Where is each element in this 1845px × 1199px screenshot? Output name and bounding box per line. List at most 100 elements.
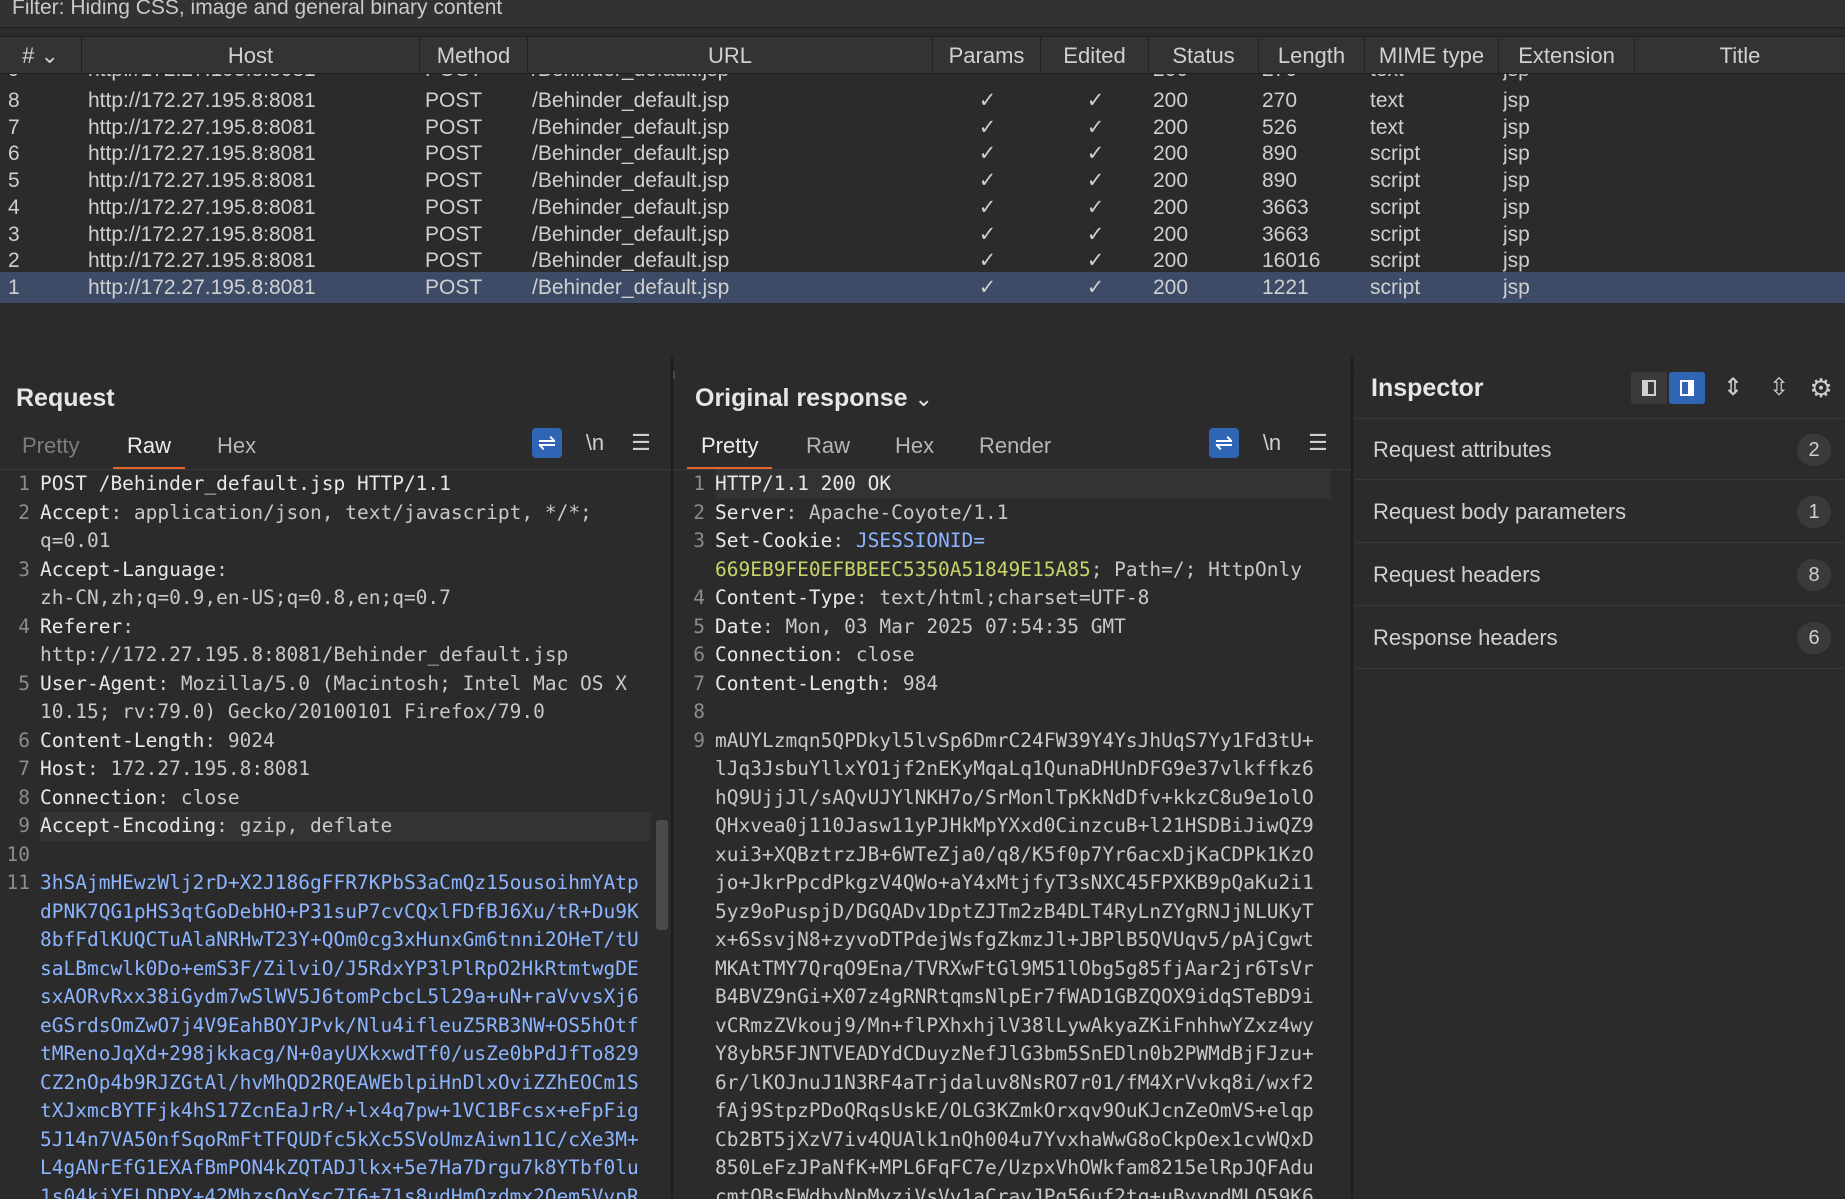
code-token: Content-Length bbox=[40, 728, 205, 752]
inspector-row-request-headers[interactable]: Request headers 8 bbox=[1355, 544, 1845, 606]
code-token: Content-Length bbox=[715, 671, 880, 695]
cell-number: 9 bbox=[8, 74, 58, 85]
wrap-lines-icon[interactable]: ⇌ bbox=[532, 428, 562, 458]
table-row-partial[interactable]: 9 http://172.27.195.8:8081 POST /Behinde… bbox=[0, 74, 1845, 85]
code-token: QHxvea0j110Jasw11yPJHkMpYXxd0CinzcuB+l21… bbox=[715, 814, 1314, 837]
show-newlines-button[interactable]: \n bbox=[580, 428, 610, 458]
inspector-row-response-headers[interactable]: Response headers 6 bbox=[1355, 607, 1845, 669]
code-line: sxAORvRxx38iGydm7wSlWV5J6tomPcbcL5l29a+u… bbox=[40, 983, 639, 1012]
cell-host: http://172.27.195.8:8081 bbox=[88, 74, 418, 85]
request-title: Request bbox=[16, 384, 115, 412]
column-header-extension[interactable]: Extension bbox=[1499, 37, 1635, 75]
code-line: QHxvea0j110Jasw11yPJHkMpYXxd0CinzcuB+l21… bbox=[715, 812, 1314, 841]
cell-status: 200 bbox=[1153, 275, 1189, 299]
inspector-row-request-attributes[interactable]: Request attributes 2 bbox=[1355, 418, 1845, 480]
code-line: CZ2nOp4b9RJZGtAl/hvMhQD2RQEAWEblpiHnDlxO… bbox=[40, 1069, 639, 1098]
code-line: Accept: application/json, text/javascrip… bbox=[40, 499, 592, 528]
column-header-length[interactable]: Length bbox=[1259, 37, 1365, 75]
column-header-method[interactable]: Method bbox=[420, 37, 528, 75]
tab-request-pretty[interactable]: Pretty bbox=[22, 426, 79, 466]
code-token: 669EB9FE0EFBBEEC5350A51849E15A85 bbox=[715, 557, 1091, 581]
response-title-dropdown[interactable]: Original response ⌄ bbox=[695, 384, 933, 413]
column-header-title[interactable]: Title bbox=[1635, 37, 1845, 75]
code-token: Referer bbox=[40, 614, 123, 638]
tab-response-raw[interactable]: Raw bbox=[806, 426, 850, 466]
cell-number: 1 bbox=[8, 275, 20, 299]
code-token: saLBmcwlk0Do+emS3F/ZilviO/J5RdxYP3lPlRpO… bbox=[40, 956, 639, 980]
tab-request-raw[interactable]: Raw bbox=[112, 426, 186, 470]
code-token: Accept-Language bbox=[40, 557, 217, 581]
code-token: Host bbox=[40, 757, 87, 780]
filter-bar[interactable]: Filter: Hiding CSS, image and general bi… bbox=[0, 0, 1845, 28]
code-token: tMRenoJqXd+298jkkacg/N+0ayUXkxwdTf0/usZe… bbox=[40, 1042, 639, 1065]
code-token: Connection bbox=[40, 785, 158, 809]
tab-response-pretty[interactable]: Pretty bbox=[686, 426, 774, 470]
menu-icon[interactable]: ☰ bbox=[1303, 428, 1333, 458]
response-editor[interactable]: 1 2 3 4 5 6 7 8 9 HTTP/1.1 200 OK Server: Apache-… bbox=[675, 470, 1351, 1199]
column-header-params[interactable]: Params bbox=[933, 37, 1041, 75]
code-token: : gzip, deflate bbox=[216, 814, 393, 837]
code-token: L4gANrEfG1EXAfBmPON4kZQTADJlkx+5e7Ha7Drg… bbox=[40, 1156, 639, 1179]
column-header-url[interactable]: URL bbox=[528, 37, 933, 75]
code-token: : close bbox=[832, 643, 915, 666]
cell-host: http://172.27.195.8:8081 bbox=[88, 275, 316, 299]
expand-all-icon[interactable]: ⇕ bbox=[1715, 372, 1751, 404]
column-header-number[interactable]: # ⌄ bbox=[0, 37, 82, 75]
code-token: : 172.27.195.8:8081 bbox=[86, 757, 311, 780]
tab-response-hex[interactable]: Hex bbox=[895, 426, 934, 466]
inspector-row-label: Request attributes bbox=[1373, 437, 1552, 462]
inspector-layout-left-icon[interactable] bbox=[1631, 372, 1667, 404]
code-line: fAj9StpzPDoQRqsUskE/OLG3KZmkOrxqv9OuKJcn… bbox=[715, 1097, 1314, 1126]
code-token: Server bbox=[715, 500, 786, 524]
column-header-edited[interactable]: Edited bbox=[1041, 37, 1149, 75]
code-token: 850LeFzJPaNfK+MPL6FqFC7e/UzpxVhOWkfam821… bbox=[715, 1156, 1314, 1179]
code-token: MKAtTMY7QrqO9Ena/TVRXwFtGl9M51lObg5g85fj… bbox=[715, 956, 1314, 980]
code-token: dPNK7QG1pHS3qtGoDebHO+P31suP7cvCQxlFDfBJ… bbox=[40, 899, 639, 923]
column-header-status[interactable]: Status bbox=[1149, 37, 1259, 75]
inspector-layout-right-icon[interactable] bbox=[1669, 372, 1705, 404]
code-line: Connection: close bbox=[40, 784, 240, 813]
line-number: 4 bbox=[693, 586, 705, 609]
table-row[interactable]: 1 http://172.27.195.8:8081 POST/Behinder_d… bbox=[0, 271, 1845, 303]
column-header-host[interactable]: Host bbox=[82, 37, 420, 75]
chevron-down-icon: ⌄ bbox=[914, 386, 933, 411]
gear-icon[interactable]: ⚙ bbox=[1803, 372, 1839, 404]
tab-request-hex[interactable]: Hex bbox=[217, 426, 256, 466]
code-line: 669EB9FE0EFBBEEC5350A51849E15A85; Path=/… bbox=[715, 556, 1302, 585]
response-title: Original response bbox=[695, 384, 908, 412]
line-number: 6 bbox=[18, 728, 30, 752]
code-line: eGSrdsOmZwO7j4V9EahBOYJPvk/Nlu4ifleuZ5RB… bbox=[40, 1012, 639, 1041]
code-token: xui3+XQBztrzJB+6WTeZja0/q8/K5f0p7Yr6acxD… bbox=[715, 842, 1314, 866]
code-token: Content-Type bbox=[715, 586, 856, 609]
code-token: Y8ybR5FJNTVEADYdCDuyzNefJlG3bm5SnEDln0b2… bbox=[715, 1042, 1314, 1065]
code-line: Content-Length: 9024 bbox=[40, 727, 275, 756]
count-badge: 6 bbox=[1797, 622, 1831, 654]
code-line: MKAtTMY7QrqO9Ena/TVRXwFtGl9M51lObg5g85fj… bbox=[715, 955, 1314, 984]
code-token: : 984 bbox=[879, 671, 939, 695]
cell-length: 1221 bbox=[1262, 275, 1309, 299]
line-number: 3 bbox=[693, 529, 705, 552]
code-token: Accept-Encoding bbox=[40, 814, 217, 837]
menu-icon[interactable]: ☰ bbox=[626, 428, 656, 458]
code-line: tMRenoJqXd+298jkkacg/N+0ayUXkxwdTf0/usZe… bbox=[40, 1040, 639, 1069]
request-scrollbar-thumb[interactable] bbox=[656, 820, 668, 930]
collapse-all-icon[interactable]: ⇳ bbox=[1761, 372, 1797, 404]
code-token: fAj9StpzPDoQRqsUskE/OLG3KZmkOrxqv9OuKJcn… bbox=[715, 1099, 1314, 1122]
code-token: : bbox=[122, 614, 134, 638]
request-editor[interactable]: 1 2 3 4 5 6 7 8 9 10 11 POST /Behinder_default.jsp… bbox=[0, 470, 671, 1199]
proxy-history-table: # ⌄ Host Method URL Params Edited Status… bbox=[0, 30, 1845, 382]
code-token: Date bbox=[715, 614, 762, 638]
code-line: http://172.27.195.8:8081/Behinder_defaul… bbox=[40, 641, 568, 670]
line-number: 9 bbox=[18, 814, 30, 837]
code-token: Connection bbox=[715, 643, 833, 666]
cell-status: 200 bbox=[1153, 74, 1253, 85]
cell-method: POST bbox=[425, 275, 483, 299]
tab-response-render[interactable]: Render bbox=[979, 426, 1051, 466]
code-token: vCRmzZVkouj9/Mn+flPXhxhjlV38lLywAkyaZKiF… bbox=[715, 1013, 1314, 1037]
column-header-mime-type[interactable]: MIME type bbox=[1365, 37, 1499, 75]
wrap-lines-icon[interactable]: ⇌ bbox=[1209, 428, 1239, 458]
inspector-row-request-body-parameters[interactable]: Request body parameters 1 bbox=[1355, 481, 1845, 543]
line-number: 4 bbox=[18, 614, 30, 638]
show-newlines-button[interactable]: \n bbox=[1257, 428, 1287, 458]
code-token: B4BVZ9nGi+X07z4gRNRtqmsNlpEr7fWAD1GBZQOX… bbox=[715, 985, 1314, 1008]
